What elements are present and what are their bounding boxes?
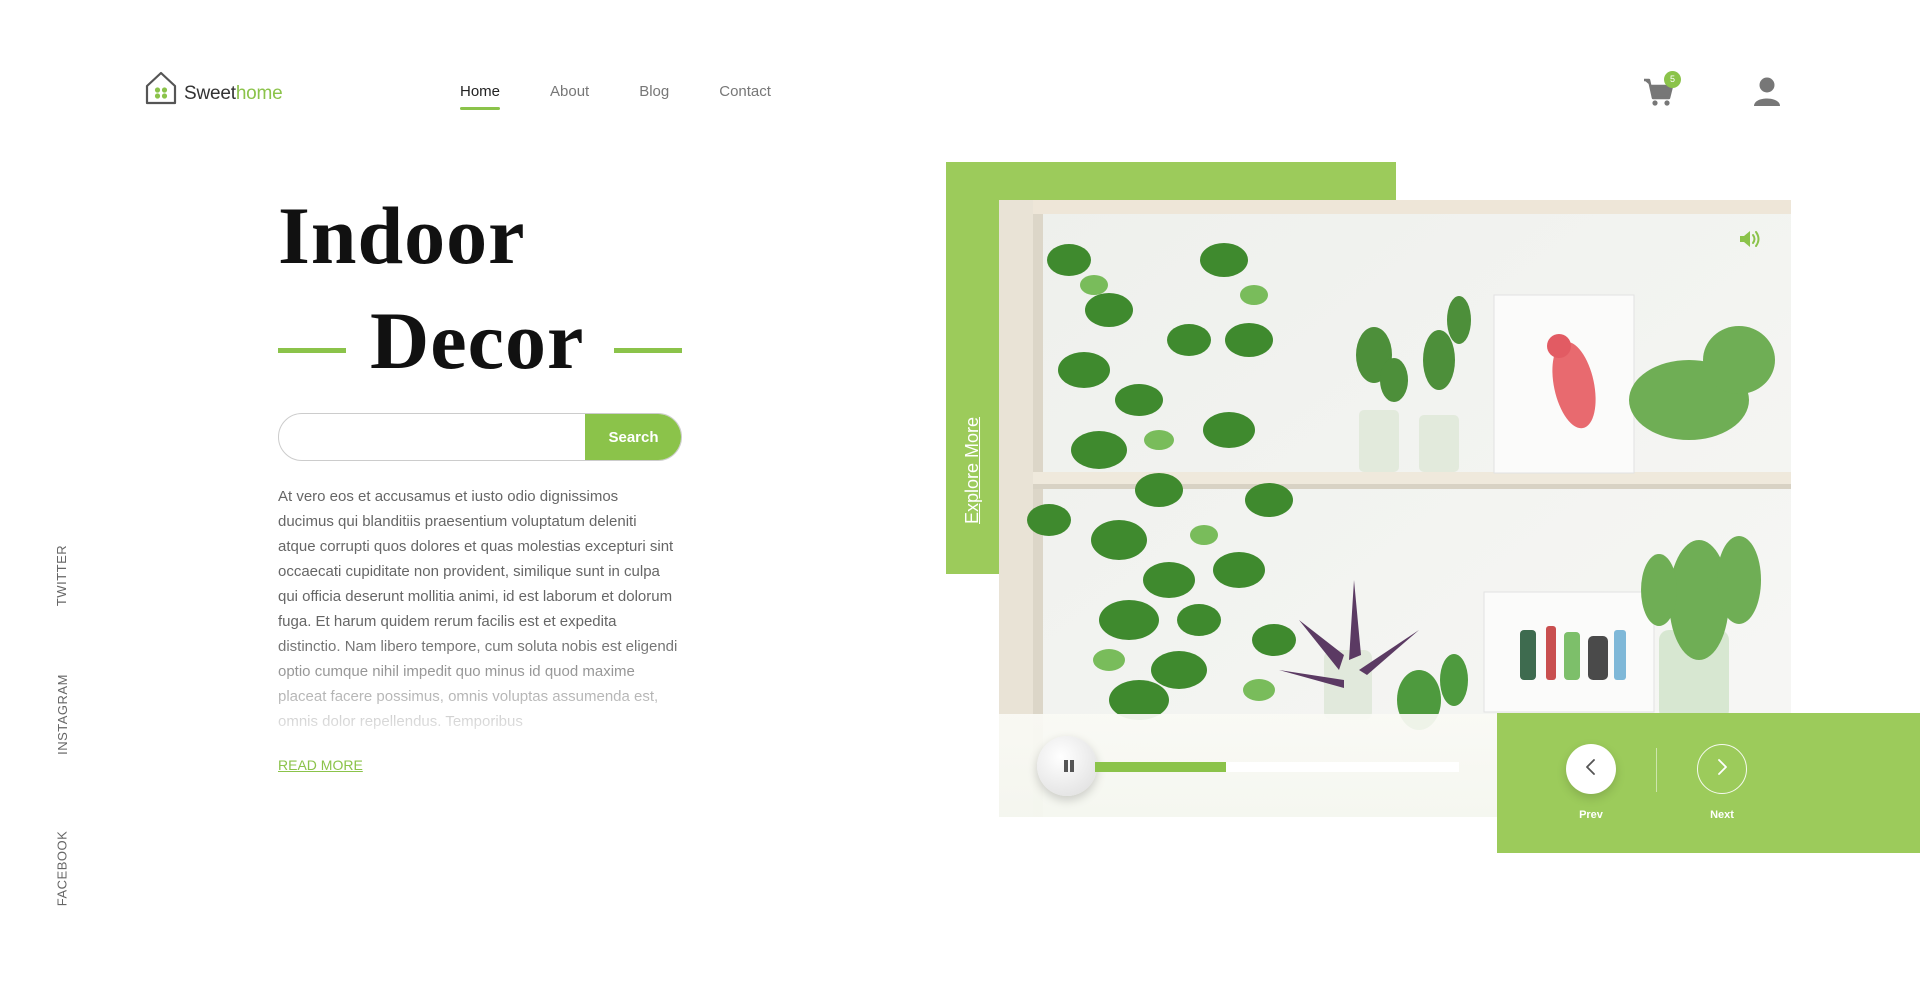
slider-nav-panel: Prev Next bbox=[1497, 713, 1920, 853]
brand-name-part2: home bbox=[235, 83, 283, 104]
social-instagram-label: INSTAGRAM bbox=[54, 673, 70, 755]
volume-icon[interactable] bbox=[1738, 228, 1764, 250]
chevron-right-icon bbox=[1712, 757, 1732, 782]
brand-name-part1: Sweet bbox=[184, 83, 236, 104]
social-instagram-link[interactable]: INSTAGRAM bbox=[52, 673, 72, 755]
title-left-rule bbox=[278, 348, 346, 353]
social-twitter-label: TWITTER bbox=[54, 544, 70, 606]
nav-divider bbox=[1656, 748, 1657, 792]
brand-logo[interactable]: Sweethome bbox=[144, 70, 283, 106]
cart-icon bbox=[1643, 78, 1675, 112]
search-bar: Search bbox=[278, 413, 682, 461]
next-label: Next bbox=[1710, 809, 1734, 821]
search-button[interactable]: Search bbox=[585, 414, 681, 460]
nav-blog[interactable]: Blog bbox=[639, 83, 669, 110]
prev-button[interactable] bbox=[1566, 744, 1616, 794]
next-button[interactable] bbox=[1697, 744, 1747, 794]
cart-count-badge: 5 bbox=[1664, 71, 1681, 88]
progress-bar[interactable] bbox=[1095, 762, 1459, 772]
social-twitter-link[interactable]: TWITTER bbox=[52, 535, 72, 615]
social-facebook-label: FACEBOOK bbox=[54, 830, 70, 906]
progress-bar-fill bbox=[1095, 762, 1227, 772]
main-nav: Home About Blog Contact bbox=[460, 83, 821, 110]
user-icon bbox=[1752, 77, 1782, 112]
house-leaf-icon bbox=[144, 70, 178, 106]
hero-title-line2-group: Decor bbox=[278, 295, 682, 386]
cart-button[interactable]: 5 bbox=[1643, 71, 1681, 112]
pause-button[interactable] bbox=[1037, 736, 1097, 796]
prev-label: Prev bbox=[1579, 809, 1603, 821]
hero-description: At vero eos et accusamus et iusto odio d… bbox=[278, 488, 678, 730]
nav-contact[interactable]: Contact bbox=[719, 83, 771, 110]
read-more-link[interactable]: READ MORE bbox=[278, 757, 363, 773]
explore-more-label: Explore More bbox=[962, 416, 983, 524]
title-right-rule bbox=[614, 348, 682, 353]
user-account-button[interactable] bbox=[1752, 76, 1782, 110]
nav-about[interactable]: About bbox=[550, 83, 589, 110]
hero-title-line2: Decor bbox=[370, 295, 585, 386]
social-facebook-link[interactable]: FACEBOOK bbox=[52, 828, 72, 908]
nav-home[interactable]: Home bbox=[460, 83, 501, 110]
hero-title-line1: Indoor bbox=[278, 190, 526, 281]
chevron-left-icon bbox=[1581, 757, 1601, 782]
search-input[interactable] bbox=[279, 414, 587, 460]
explore-more-link[interactable]: Explore More bbox=[946, 380, 1000, 560]
brand-name: Sweethome bbox=[184, 83, 283, 105]
